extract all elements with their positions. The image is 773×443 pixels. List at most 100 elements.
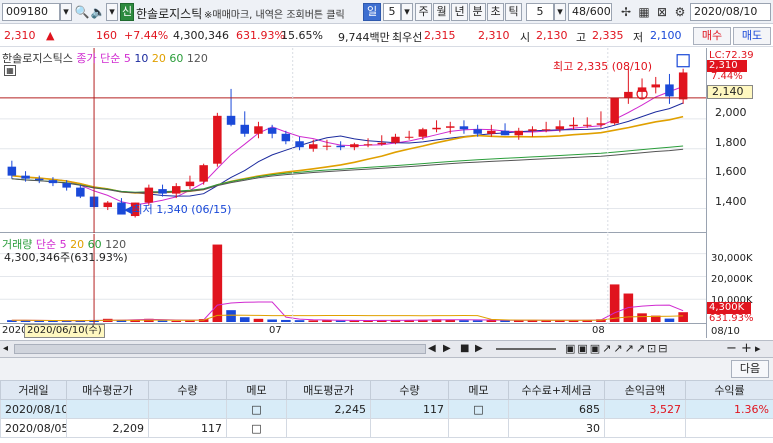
col-buy-memo[interactable]: 메모 xyxy=(226,380,287,400)
stock-name: 한솔로지스틱 xyxy=(136,7,203,21)
legend-ma5: 5 xyxy=(123,52,131,65)
col-profit[interactable]: 손익금액 xyxy=(604,380,686,400)
volume-value: 4,300,346 xyxy=(173,29,229,42)
buy-button[interactable]: 매수 xyxy=(693,27,731,45)
period-yearly-button[interactable]: 년 xyxy=(451,3,468,21)
candle-body xyxy=(363,144,373,146)
scroll-start-icon[interactable]: ◀ xyxy=(428,343,436,354)
candle-body xyxy=(391,136,400,143)
col-trade-date[interactable]: 거래일 xyxy=(0,380,67,400)
date-input[interactable]: 2020/08/10 xyxy=(690,3,771,21)
volume-bar xyxy=(678,312,688,322)
period-daily-button[interactable]: 일 xyxy=(363,3,381,21)
col-return[interactable]: 수익률 xyxy=(685,380,773,400)
period-second-button[interactable]: 초 xyxy=(487,3,504,21)
period-count-dropdown[interactable]: ▾ xyxy=(401,3,413,21)
cell-sell-avg xyxy=(286,418,371,438)
volume-bar xyxy=(171,320,182,322)
candle-body xyxy=(267,127,277,134)
memo-icon[interactable]: □ xyxy=(226,399,287,419)
notice-text: ※매매마크, 내역은 조회버튼 클릭 xyxy=(204,10,345,21)
table-toggle-icon[interactable]: ▦ xyxy=(4,65,16,76)
stock-code-input[interactable]: 009180 xyxy=(2,3,60,21)
candle-body xyxy=(404,136,414,138)
sell-button[interactable]: 매도 xyxy=(733,27,771,45)
search-icon[interactable]: 🔍 xyxy=(74,4,90,20)
col-buy-avg[interactable]: 매수평균가 xyxy=(66,380,149,400)
volume-bar xyxy=(253,318,264,322)
code-dropdown-button[interactable]: ▾ xyxy=(60,3,72,21)
zoom-in-icon[interactable]: + xyxy=(741,341,752,356)
trade-amount: 9,744백만 xyxy=(338,31,390,44)
scroll-right-icon[interactable]: ▸ xyxy=(755,342,761,355)
volume-chart-pane[interactable]: 거래량 단순 5 20 60 120 4,300,346주(631.93%) xyxy=(0,234,706,324)
candle-body xyxy=(624,91,633,98)
price-chart-pane[interactable]: 한솔로지스틱스 종가 단순 5 10 20 60 120 ▦ 최고 2,335 … xyxy=(0,48,706,233)
table-row[interactable]: 2020/08/10 □ 2,245 117 □ 685 3,527 1.36% xyxy=(0,399,773,419)
cell-sell-qty: 117 xyxy=(370,399,449,419)
period-monthly-button[interactable]: 월 xyxy=(433,3,450,21)
tick-value-dropdown[interactable]: ▾ xyxy=(554,3,566,21)
tick-value-input[interactable]: 5 xyxy=(526,3,554,21)
candle-body xyxy=(528,129,537,131)
col-sell-memo[interactable]: 메모 xyxy=(448,380,509,400)
volume-bar xyxy=(281,319,291,322)
new-badge: 신 xyxy=(120,3,134,21)
candle-body xyxy=(226,115,236,125)
candle-body xyxy=(350,144,359,148)
legend-ma60: 60 xyxy=(169,52,184,65)
col-fees[interactable]: 수수료+제세금 xyxy=(508,380,605,400)
table-header-row: 거래일 매수평균가 수량 메모 매도평균가 수량 메모 수수료+제세금 손익금액… xyxy=(0,380,773,400)
gear-icon[interactable]: ⚙ xyxy=(672,4,688,20)
no-chart-icon[interactable]: ⊠ xyxy=(654,4,670,20)
next-button[interactable]: 다음 xyxy=(731,360,769,378)
period-tick-button[interactable]: 틱 xyxy=(505,3,522,21)
memo-icon[interactable] xyxy=(448,418,509,438)
grid-icon[interactable]: ▦ xyxy=(636,4,652,20)
ma5-line xyxy=(11,86,684,206)
col-sell-avg[interactable]: 매도평균가 xyxy=(286,380,371,400)
table-toolbar: 다음 xyxy=(0,358,773,380)
axis-last-date: 08/10 xyxy=(711,326,740,337)
zoom-out-icon[interactable]: − xyxy=(726,341,737,356)
axis-tick-1800: 1,800 xyxy=(715,136,747,149)
ma20-line xyxy=(11,115,684,194)
drawing-tools-icons[interactable]: ▣▣▣↗↗↗↗⊡⊟ xyxy=(565,342,669,355)
period-weekly-button[interactable]: 주 xyxy=(415,3,432,21)
col-buy-qty[interactable]: 수량 xyxy=(148,380,227,400)
speaker-icon[interactable]: 🔈 xyxy=(90,4,106,20)
candle-body xyxy=(514,130,523,136)
zoom-slider[interactable] xyxy=(496,348,556,350)
up-arrow-icon: ▲ xyxy=(46,29,55,42)
memo-icon[interactable]: □ xyxy=(448,399,509,419)
candle-body xyxy=(459,126,469,130)
candle-body xyxy=(377,142,386,145)
time-axis: 2020 2020/06/10(수) 07 08 xyxy=(0,324,706,339)
chart-scrollbar[interactable]: ◂ ◀ ▶ ■ ▶ ▣▣▣↗↗↗↗⊡⊟ − + ▸ xyxy=(0,340,773,358)
candle-body xyxy=(665,84,674,97)
candle-body xyxy=(322,145,332,147)
play-icon[interactable]: ▶ xyxy=(443,343,451,354)
candle-body xyxy=(555,126,565,130)
scroll-end-icon[interactable]: ▶ xyxy=(475,343,483,354)
low-label: 저 xyxy=(633,31,644,44)
scroll-left-icon[interactable]: ◂ xyxy=(3,343,8,354)
axis-tick-1600: 1,600 xyxy=(715,165,747,178)
low-price: 2,100 xyxy=(650,29,682,42)
open-label: 시 xyxy=(520,31,531,44)
scroll-track[interactable] xyxy=(14,344,426,354)
cell-sell-qty xyxy=(370,418,449,438)
col-sell-qty[interactable]: 수량 xyxy=(370,380,449,400)
price-chart[interactable] xyxy=(0,48,706,233)
table-row[interactable]: 2020/08/05 2,209 117 □ 30 xyxy=(0,418,773,438)
stop-icon[interactable]: ■ xyxy=(460,343,469,354)
candle-body xyxy=(295,141,304,148)
period-minute-button[interactable]: 분 xyxy=(469,3,486,21)
candle-body xyxy=(254,126,263,134)
speaker-dropdown-button[interactable]: ▾ xyxy=(106,3,118,21)
candle-body xyxy=(172,186,181,194)
crosshair-icon[interactable]: ✢ xyxy=(618,4,634,20)
period-count-input[interactable]: 5 xyxy=(383,3,401,21)
cell-buy-qty: 117 xyxy=(148,418,227,438)
memo-icon[interactable]: □ xyxy=(226,418,287,438)
